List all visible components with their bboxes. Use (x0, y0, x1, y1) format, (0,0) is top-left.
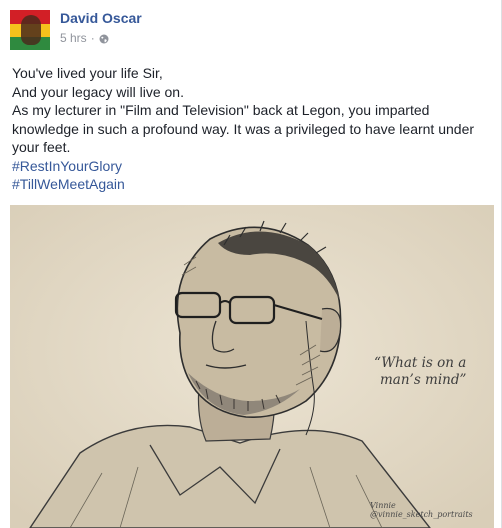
post-photo[interactable]: “What is on a man’s mind” Vinnie @vinnie… (10, 205, 494, 528)
post-timestamp[interactable]: 5 hrs (60, 31, 87, 45)
signature-name: Vinnie (370, 501, 396, 510)
avatar[interactable] (10, 10, 50, 50)
meta-separator: · (90, 31, 95, 45)
hashtag-link[interactable]: #TillWeMeetAgain (12, 175, 492, 194)
quote-line: “What is on a (374, 355, 467, 371)
author-name[interactable]: David Oscar (60, 10, 142, 26)
post-text-line: As my lecturer in "Film and Television" … (12, 102, 475, 155)
globe-icon[interactable] (99, 33, 109, 44)
avatar-face (21, 15, 41, 45)
post-text-line: You've lived your life Sir, (12, 65, 163, 81)
post-text-line: And your legacy will live on. (12, 83, 184, 100)
post-meta: 5 hrs · (60, 31, 109, 45)
signature-handle: @vinnie_sketch_portraits (370, 510, 473, 519)
post-card: David Oscar 5 hrs · You've lived your li… (0, 0, 502, 528)
hashtag-link[interactable]: #RestInYourGlory (12, 157, 492, 176)
post-text: You've lived your life Sir, And your leg… (12, 64, 492, 194)
quote-line: man’s mind” (380, 372, 467, 388)
quote-caption: “What is on a man’s mind” (374, 355, 466, 389)
artist-signature: Vinnie @vinnie_sketch_portraits (370, 501, 473, 519)
